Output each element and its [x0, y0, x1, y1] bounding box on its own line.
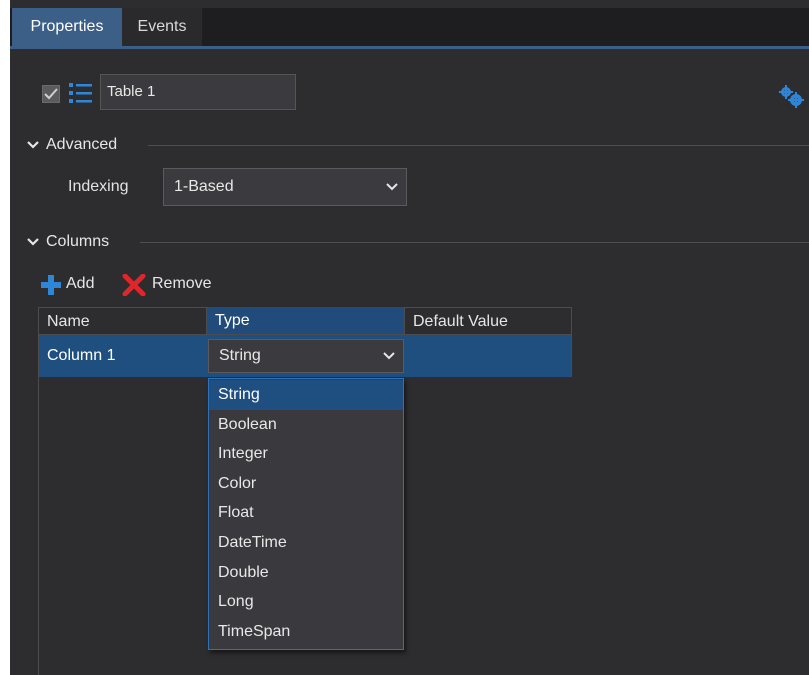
remove-column-button[interactable]: Remove: [122, 272, 232, 296]
header-default-value[interactable]: Default Value: [405, 307, 572, 335]
cell-default-value[interactable]: [405, 335, 572, 377]
type-option-boolean[interactable]: Boolean: [209, 410, 403, 440]
gears-icon[interactable]: [778, 84, 806, 108]
advanced-section-header[interactable]: Advanced: [26, 133, 117, 157]
chevron-down-icon: [386, 183, 398, 191]
tab-bar: Properties Events: [10, 8, 809, 49]
cell-name[interactable]: Column 1: [39, 335, 207, 377]
add-label: Add: [66, 275, 95, 292]
section-divider: [140, 242, 809, 243]
list-icon: [69, 83, 92, 103]
type-value: String: [219, 347, 261, 364]
properties-panel: Properties Events Table 1 Advanced Index…: [10, 0, 809, 675]
columns-section-header[interactable]: Columns: [26, 230, 109, 254]
columns-section-title: Columns: [46, 233, 110, 250]
type-option-datetime[interactable]: DateTime: [209, 528, 403, 558]
type-option-long[interactable]: Long: [209, 587, 403, 617]
section-divider: [148, 145, 809, 146]
type-option-float[interactable]: Float: [209, 498, 403, 528]
advanced-section-title: Advanced: [46, 136, 118, 153]
header-name[interactable]: Name: [39, 307, 207, 335]
chevron-down-icon: [383, 352, 395, 360]
type-select[interactable]: String: [208, 339, 404, 373]
type-option-double[interactable]: Double: [209, 558, 403, 588]
type-option-string[interactable]: String: [209, 380, 403, 410]
enabled-checkbox[interactable]: [42, 85, 60, 103]
indexing-label: Indexing: [68, 178, 129, 195]
tab-properties[interactable]: Properties: [12, 8, 122, 46]
chevron-down-icon: [27, 140, 39, 149]
remove-x-icon: [122, 274, 146, 296]
type-option-timespan[interactable]: TimeSpan: [209, 617, 403, 647]
object-name-input[interactable]: Table 1: [100, 74, 296, 110]
header-type[interactable]: Type: [207, 307, 405, 335]
indexing-value: 1-Based: [174, 178, 234, 195]
remove-label: Remove: [152, 275, 212, 292]
chevron-down-icon: [27, 237, 39, 246]
checkmark-icon: [44, 88, 58, 100]
tab-events[interactable]: Events: [122, 8, 202, 46]
type-dropdown-list: String Boolean Integer Color Float DateT…: [208, 378, 404, 650]
type-option-integer[interactable]: Integer: [209, 439, 403, 469]
add-column-button[interactable]: Add: [40, 272, 114, 296]
indexing-select[interactable]: 1-Based: [163, 168, 407, 206]
plus-icon: [41, 275, 61, 295]
type-option-color[interactable]: Color: [209, 469, 403, 499]
